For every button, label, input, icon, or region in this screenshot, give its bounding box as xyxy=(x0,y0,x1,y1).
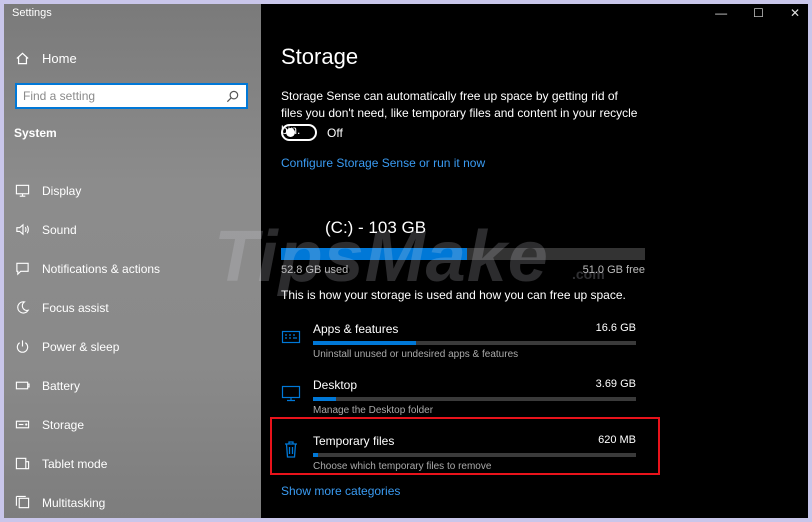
category-desktop[interactable]: Desktop 3.69 GB Manage the Desktop folde… xyxy=(281,378,641,420)
minimize-button[interactable]: — xyxy=(715,6,727,20)
category-bar-fill xyxy=(313,341,417,345)
sidebar-item-label: Tablet mode xyxy=(42,456,108,471)
sidebar-item-tablet-mode[interactable]: Tablet mode xyxy=(4,444,261,483)
sidebar-item-focus-assist[interactable]: Focus assist xyxy=(4,288,261,327)
category-apps-features[interactable]: Apps & features 16.6 GB Uninstall unused… xyxy=(281,322,641,364)
sidebar-item-label: Multitasking xyxy=(42,495,106,510)
sidebar-item-storage[interactable]: Storage xyxy=(4,405,261,444)
sidebar-item-label: Battery xyxy=(42,378,81,393)
sidebar-item-multitasking[interactable]: Multitasking xyxy=(4,483,261,518)
sidebar-item-label: Sound xyxy=(42,222,77,237)
category-bar xyxy=(313,341,636,345)
app-title: Settings xyxy=(12,7,52,19)
show-more-categories-link[interactable]: Show more categories xyxy=(281,484,400,498)
moon-icon xyxy=(14,300,30,316)
usage-description: This is how your storage is used and how… xyxy=(281,288,626,302)
settings-window: Settings Home System Display xyxy=(4,4,808,518)
sidebar-item-label: Display xyxy=(42,183,82,198)
battery-icon xyxy=(14,378,30,394)
drive-title: (C:) - 103 GB xyxy=(325,218,427,237)
drive-used-label: 52.8 GB used xyxy=(281,264,349,276)
nav-list: Display Sound Notifications & actions Fo… xyxy=(4,171,261,518)
storage-icon xyxy=(14,417,30,433)
window-controls: — ☐ ✕ xyxy=(715,6,800,20)
notifications-icon xyxy=(14,261,30,277)
drive-usage-bar xyxy=(281,248,645,260)
search-input[interactable] xyxy=(23,89,224,103)
category-bar-fill xyxy=(313,453,318,457)
sidebar-item-label: Focus assist xyxy=(42,300,109,315)
sound-icon xyxy=(14,222,30,238)
maximize-button[interactable]: ☐ xyxy=(753,6,764,20)
category-subtitle: Choose which temporary files to remove xyxy=(313,461,492,472)
category-bar xyxy=(313,397,636,401)
display-icon xyxy=(14,183,30,199)
multitasking-icon xyxy=(14,495,30,511)
category-bar-fill xyxy=(313,397,336,401)
category-name: Desktop xyxy=(313,378,358,392)
sidebar: Settings Home System Display xyxy=(4,4,261,518)
category-size: 16.6 GB xyxy=(595,322,636,334)
section-label-system: System xyxy=(14,126,57,140)
sidebar-item-label: Power & sleep xyxy=(42,339,120,354)
sidebar-item-battery[interactable]: Battery xyxy=(4,366,261,405)
sidebar-item-label: Notifications & actions xyxy=(42,261,161,276)
category-name: Temporary files xyxy=(313,434,395,448)
trash-icon xyxy=(281,439,301,459)
sidebar-item-notifications[interactable]: Notifications & actions xyxy=(4,249,261,288)
sidebar-item-sound[interactable]: Sound xyxy=(4,210,261,249)
main-content: — ☐ ✕ Storage Storage Sense can automati… xyxy=(261,4,808,518)
category-size: 620 MB xyxy=(598,434,636,446)
home-label: Home xyxy=(42,50,77,66)
page-title: Storage xyxy=(281,44,359,69)
desktop-icon xyxy=(281,383,301,403)
tablet-icon xyxy=(14,456,30,472)
category-size: 3.69 GB xyxy=(595,378,636,390)
category-name: Apps & features xyxy=(313,322,399,336)
power-icon xyxy=(14,339,30,355)
toggle-state-label: Off xyxy=(327,126,343,140)
drive-usage-bar-fill xyxy=(281,248,467,260)
toggle-knob xyxy=(286,128,295,137)
search-icon[interactable] xyxy=(224,88,240,104)
category-subtitle: Manage the Desktop folder xyxy=(313,405,434,416)
sidebar-item-display[interactable]: Display xyxy=(4,171,261,210)
storage-sense-toggle[interactable] xyxy=(281,124,317,141)
category-subtitle: Uninstall unused or undesired apps & fea… xyxy=(313,349,519,360)
home-icon xyxy=(14,50,30,66)
home-nav-item[interactable]: Home xyxy=(14,48,77,68)
close-button[interactable]: ✕ xyxy=(790,6,800,20)
drive-free-label: 51.0 GB free xyxy=(582,264,645,276)
sidebar-item-label: Storage xyxy=(42,417,85,432)
category-bar xyxy=(313,453,636,457)
sidebar-item-power-sleep[interactable]: Power & sleep xyxy=(4,327,261,366)
search-box[interactable] xyxy=(15,83,248,109)
category-temporary-files[interactable]: Temporary files 620 MB Choose which temp… xyxy=(281,434,641,476)
apps-icon xyxy=(281,327,301,347)
configure-storage-sense-link[interactable]: Configure Storage Sense or run it now xyxy=(281,156,485,170)
